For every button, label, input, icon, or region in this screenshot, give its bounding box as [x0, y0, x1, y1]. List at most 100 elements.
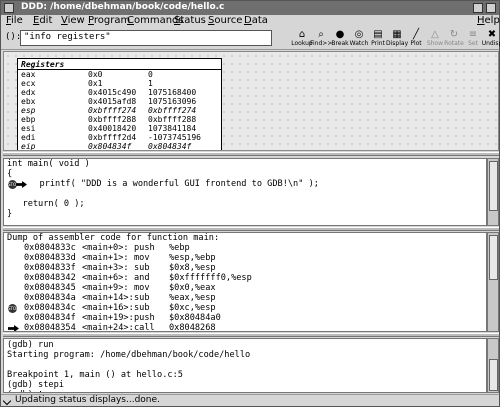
- title-bar[interactable]: DDD: /home/dbehman/book/code/hello.c: [1, 1, 499, 15]
- source-line: {: [4, 169, 486, 179]
- print-icon: ▤: [373, 29, 383, 40]
- lookup-icon: ⌂: [298, 29, 306, 40]
- console-text: (gdb) run: [7, 340, 54, 350]
- register-name: esi: [21, 124, 36, 133]
- console-text: Starting program: /home/dbehman/book/cod…: [7, 350, 251, 360]
- console-scrollbar[interactable]: [487, 338, 499, 393]
- register-row: ecx 0x1 1: [18, 79, 221, 88]
- undisp-icon: ✖: [487, 29, 497, 40]
- instruction-addr: 0x0804833c: [24, 243, 76, 253]
- register-row: ebp 0xbffff288 0xbffff288: [18, 115, 221, 124]
- tool-label: Print: [371, 40, 385, 47]
- instruction-addr: 0x0804834c: [24, 303, 76, 313]
- tool-label: Watch: [349, 40, 369, 47]
- show-icon: △: [431, 29, 439, 40]
- status-text: Updating status displays...done.: [15, 395, 160, 405]
- instruction-args: %ebp: [169, 243, 190, 253]
- minimize-icon[interactable]: [473, 3, 483, 13]
- register-hex: 0xbffff288: [88, 115, 137, 124]
- pane-sash[interactable]: [3, 227, 499, 231]
- console-text: (gdb): [7, 390, 38, 392]
- instruction-addr: 0x08048342: [24, 273, 76, 283]
- instruction-row: 0x0804833f <main+3>: sub $0x8,%esp: [4, 263, 486, 273]
- instruction-off: <main+24>:: [82, 323, 134, 332]
- instruction-off: <main+3>:: [82, 263, 129, 273]
- display-icon: ▦: [392, 29, 402, 40]
- instruction-op: push: [134, 243, 155, 253]
- instruction-addr: 0x0804834a: [24, 293, 76, 303]
- instruction-row: 0x08048354 <main+24>: call 0x8048268: [4, 323, 486, 332]
- disassembly-header-text: Dump of assembler code for function main…: [7, 233, 220, 243]
- instruction-args: $0xfffffff0,%esp: [169, 273, 252, 283]
- register-name: ebp: [21, 115, 36, 124]
- instruction-row: 0x08048342 <main+6>: and $0xfffffff0,%esp: [4, 273, 486, 283]
- instruction-op: call: [134, 323, 155, 332]
- instruction-addr: 0x0804833f: [24, 263, 76, 273]
- menu-help[interactable]: Help: [477, 15, 500, 26]
- register-value: 0: [148, 70, 153, 79]
- instruction-row: 0x0804834a <main+14>: sub %eax,%esp: [4, 293, 486, 303]
- console-line: (gdb) stepi: [4, 380, 486, 390]
- source-window[interactable]: int main( void ){ printf( "DDD is a wond…: [3, 158, 487, 226]
- data-window[interactable]: Registers eax 0x0 0 ecx 0x1 1 edx 0x4015c490 107…: [3, 51, 499, 151]
- source-line: return( 0 );: [4, 199, 486, 209]
- menu-edit[interactable]: Edit: [33, 15, 52, 26]
- pane-sash[interactable]: [3, 152, 499, 156]
- status-check-icon: [2, 396, 12, 406]
- instruction-off: <main+6>:: [82, 273, 129, 283]
- menu-status[interactable]: Status: [174, 15, 206, 26]
- menu-file[interactable]: File: [6, 15, 23, 26]
- menu-program[interactable]: Program: [88, 15, 130, 26]
- gdb-console[interactable]: (gdb) run Starting program: /home/dbehman…: [3, 338, 487, 393]
- machine-code-window[interactable]: Dump of assembler code for function main…: [3, 232, 487, 332]
- register-hex: 0x4015afd8: [88, 97, 137, 106]
- window-menu-icon[interactable]: [4, 3, 14, 13]
- instruction-op: sub: [134, 293, 150, 303]
- instruction-row: 0x08048345 <main+9>: mov $0x0,%eax: [4, 283, 486, 293]
- instruction-op: sub: [134, 303, 150, 313]
- instruction-op: mov: [134, 283, 150, 293]
- menu-source[interactable]: Source: [208, 15, 242, 26]
- rotate-icon: ↻: [449, 29, 459, 40]
- instruction-args: 0x8048268: [169, 323, 216, 332]
- console-line: (gdb): [4, 390, 486, 392]
- tool-bar: (): "info registers" ⌂ Lookup ⌕ Find>> ● Brea…: [1, 28, 500, 50]
- menu-bar: File Edit View Program Commands Status S…: [1, 15, 500, 28]
- register-name: ecx: [21, 79, 36, 88]
- instruction-args: $0x8,%esp: [169, 263, 216, 273]
- instruction-row: 0x0804834f <main+19>: push $0x80484a0: [4, 313, 486, 323]
- instruction-args: %eax,%esp: [169, 293, 216, 303]
- source-line: [4, 189, 486, 199]
- tool-label: Plot: [410, 40, 422, 47]
- register-row: eax 0x0 0: [18, 70, 221, 79]
- argument-field[interactable]: "info registers": [20, 30, 272, 46]
- instruction-args: $0x80484a0: [169, 313, 221, 323]
- breakpoint-stop-icon[interactable]: STOP: [8, 304, 19, 313]
- tool-label: Undisp: [481, 40, 500, 47]
- instruction-row: 0x0804833d <main+1>: mov %esp,%ebp: [4, 253, 486, 263]
- source-text: int main( void ): [7, 159, 90, 169]
- source-line: }: [4, 209, 486, 219]
- instruction-op: mov: [134, 253, 150, 263]
- source-scrollbar[interactable]: [487, 158, 499, 226]
- menu-data[interactable]: Data: [244, 15, 268, 26]
- instruction-args: %esp,%ebp: [169, 253, 216, 263]
- pane-sash[interactable]: [3, 333, 499, 337]
- console-text: (gdb) stepi: [7, 380, 64, 390]
- find-icon: ⌕: [318, 29, 324, 40]
- maximize-icon[interactable]: [486, 3, 496, 13]
- instruction-row: 0x0804833c <main+0>: push %ebp: [4, 243, 486, 253]
- machine-code-scrollbar[interactable]: [487, 232, 499, 332]
- register-value: 1075168400: [148, 88, 197, 97]
- breakpoint-stop-icon[interactable]: STOP: [8, 180, 19, 189]
- source-text: {: [7, 169, 13, 179]
- tool-undisp-button[interactable]: ✖Undisp: [481, 29, 500, 49]
- registers-display[interactable]: Registers eax 0x0 0 ecx 0x1 1 edx 0x4015c490 107…: [17, 58, 222, 151]
- register-value: 0xbffff288: [148, 115, 197, 124]
- register-hex: 0x40018420: [88, 124, 137, 133]
- tool-label: Show: [426, 40, 444, 47]
- menu-view[interactable]: View: [61, 15, 85, 26]
- register-value: 0x804834f: [148, 142, 192, 151]
- register-hex: 0x0: [88, 70, 103, 79]
